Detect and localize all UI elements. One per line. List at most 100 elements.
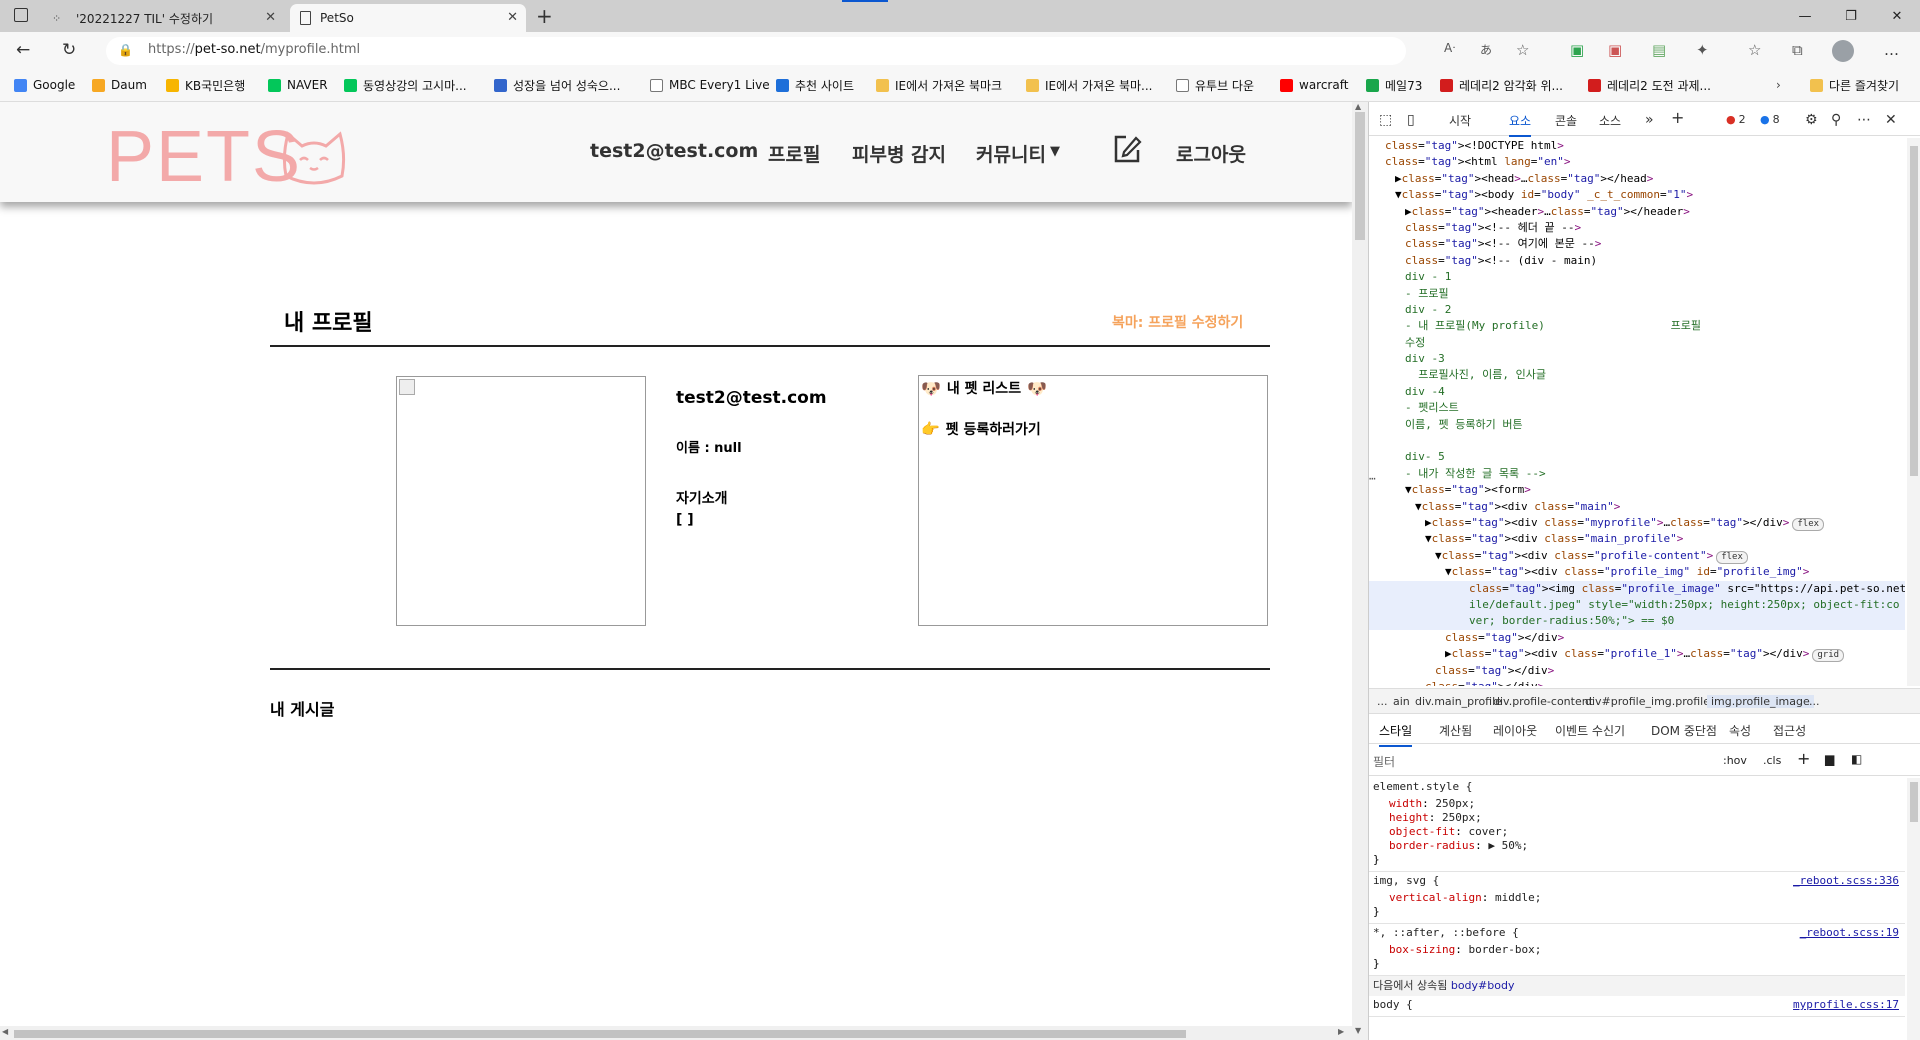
back-icon[interactable]: ← (16, 40, 30, 60)
dom-node-line[interactable]: ▶class="tag"><header>…class="tag"></head… (1369, 204, 1905, 220)
dom-node-line[interactable]: ver; border-radius:50%;"> == $0 (1369, 613, 1905, 630)
dom-node-line[interactable]: 이름, 펫 등록하기 버튼 (1369, 417, 1905, 433)
css-rule[interactable]: *, ::after, ::before {_reboot.scss:19 box… (1369, 924, 1905, 976)
bookmark-item[interactable]: KB국민은행 (166, 75, 245, 95)
tab-sources[interactable]: 소스 (1599, 112, 1621, 129)
tab-layout[interactable]: 레이아웃 (1493, 722, 1537, 739)
minimize-icon[interactable]: — (1782, 0, 1828, 32)
edit-profile-link[interactable]: 복마: 프로필 수정하기 (1112, 312, 1243, 332)
profile-avatar[interactable] (1832, 40, 1854, 62)
scroll-down-icon[interactable]: ▼ (1355, 1026, 1361, 1035)
sidebar-toggle-icon[interactable]: ◧ (1851, 752, 1862, 766)
scroll-thumb[interactable] (1355, 112, 1365, 240)
site-logo[interactable]: PETS (106, 116, 302, 198)
feedback-icon[interactable]: ⚲ (1831, 112, 1841, 128)
dom-node-line[interactable]: ▶class="tag"><div class="myprofile">…cla… (1369, 515, 1905, 531)
cls-toggle[interactable]: .cls (1763, 754, 1781, 767)
css-property[interactable]: height: 250px; (1373, 811, 1901, 825)
translate-icon[interactable]: あ (1480, 41, 1492, 58)
dom-node-line[interactable]: div - 1 (1369, 269, 1905, 285)
bookmark-item[interactable]: 추천 사이트 (776, 75, 854, 95)
breadcrumb-item[interactable]: ain (1393, 695, 1410, 708)
bookmark-item[interactable]: 성장을 넘어 성숙으... (494, 75, 620, 95)
write-icon[interactable] (1112, 134, 1142, 164)
dom-node-line[interactable]: div -3 (1369, 351, 1905, 367)
dom-node-line[interactable]: class="tag"><img class="profile_image" s… (1369, 580, 1905, 597)
favorite-star-icon[interactable]: ☆ (1516, 41, 1529, 59)
nav-skin-detect[interactable]: 피부병 감지 (852, 140, 946, 167)
error-badge[interactable]: ● 2 (1721, 110, 1751, 128)
nav-profile[interactable]: 프로필 (768, 140, 820, 167)
dom-node-line[interactable]: ▼class="tag"><div class="main"> (1369, 499, 1905, 515)
close-tab-icon[interactable]: ✕ (265, 10, 276, 25)
dom-node-line[interactable]: ▶class="tag"><div class="profile_1">…cla… (1369, 646, 1905, 663)
bookmark-item[interactable]: 레데리2 암각화 위... (1440, 75, 1563, 95)
close-devtools-icon[interactable]: ✕ (1885, 112, 1897, 128)
dom-node-line[interactable]: ▶class="tag"><head>…class="tag"></head> (1369, 171, 1905, 187)
more-tabs-icon[interactable]: » (1645, 112, 1654, 128)
dom-node-line[interactable]: class="tag"></div> (1369, 679, 1905, 686)
bookmark-item[interactable]: 동영상강의 고시마... (344, 75, 467, 95)
hov-toggle[interactable]: :hov (1723, 754, 1747, 767)
tab-computed[interactable]: 계산됨 (1439, 722, 1472, 739)
breadcrumb-item[interactable]: ... (1377, 695, 1388, 708)
layout-badge[interactable]: flex (1716, 550, 1748, 564)
dom-node-line[interactable]: - 내가 작성한 글 목록 --> (1369, 466, 1905, 482)
extensions-puzzle-icon[interactable]: ✦ (1696, 41, 1709, 59)
tab-welcome[interactable]: 시작 (1449, 112, 1471, 129)
dom-node-line[interactable]: class="tag"><html lang="en"> (1369, 154, 1905, 170)
dom-scrollbar[interactable] (1907, 138, 1920, 686)
close-window-icon[interactable]: ✕ (1874, 0, 1920, 32)
paint-icon[interactable]: ▆ (1825, 752, 1834, 766)
dropdown-caret-icon[interactable]: ▼ (1050, 144, 1060, 159)
close-tab-icon[interactable]: ✕ (507, 10, 518, 25)
css-property[interactable]: vertical-align: middle; (1373, 891, 1901, 905)
scroll-thumb[interactable] (1910, 782, 1918, 822)
breadcrumb-item-selected[interactable]: img.profile_image (1707, 695, 1814, 708)
css-property[interactable]: width: 250px; (1373, 797, 1901, 811)
collections-icon[interactable]: ⧉ (1792, 41, 1803, 59)
css-property[interactable]: object-fit: cover; (1373, 825, 1901, 839)
nav-user-email[interactable]: test2@test.com (590, 140, 758, 162)
other-favorites-folder[interactable]: 다른 즐겨찾기 (1810, 75, 1899, 95)
settings-gear-icon[interactable]: ⚙ (1805, 112, 1818, 128)
dom-node-line[interactable]: ▼class="tag"><div class="main_profile"> (1369, 531, 1905, 547)
more-menu-icon[interactable]: … (1884, 41, 1899, 59)
dom-node-line[interactable]: - 프로필 (1369, 286, 1905, 302)
dom-node-line[interactable]: ▼class="tag"><form> (1369, 482, 1905, 498)
css-rule[interactable]: element.style {width: 250px; height: 250p… (1369, 778, 1905, 872)
dom-node-line[interactable]: ▼class="tag"><body id="body" _c_t_common… (1369, 187, 1905, 203)
dom-node-line[interactable]: 프로필사진, 이름, 인사글 (1369, 367, 1905, 383)
tab-dom-breakpoints[interactable]: DOM 중단점 (1651, 722, 1717, 739)
dom-node-line[interactable]: ▼class="tag"><div class="profile-content… (1369, 548, 1905, 564)
bookmark-item[interactable]: 레데리2 도전 과제... (1588, 75, 1711, 95)
css-property[interactable]: box-sizing: border-box; (1373, 943, 1901, 957)
tab-console[interactable]: 콘솔 (1555, 112, 1577, 129)
read-aloud-icon[interactable]: Aᐧ (1444, 41, 1455, 55)
restore-icon[interactable]: ❐ (1828, 0, 1874, 32)
layout-badge[interactable]: flex (1792, 517, 1825, 531)
css-source-link[interactable]: _reboot.scss:336 (1793, 874, 1899, 888)
dom-tree[interactable]: class="tag"><!DOCTYPE html> class="tag"><… (1369, 138, 1905, 686)
more-bookmarks-icon[interactable]: › (1776, 75, 1781, 95)
inherited-node-link[interactable]: body#body (1451, 979, 1515, 992)
dom-node-line[interactable]: 수정 (1369, 335, 1905, 351)
scroll-left-icon[interactable]: ◀ (2, 1027, 8, 1036)
css-source-link[interactable]: myprofile.css:17 (1793, 998, 1899, 1012)
bookmark-item[interactable]: 유투브 다운 (1176, 75, 1254, 95)
favorites-icon[interactable]: ☆ (1748, 41, 1761, 59)
more-options-icon[interactable]: ⋯ (1857, 112, 1871, 128)
ellipsis-icon[interactable]: ⋯ (1369, 472, 1376, 485)
dom-node-line[interactable]: div - 2 (1369, 302, 1905, 318)
page-vertical-scrollbar[interactable]: ▲ ▼ (1352, 102, 1368, 1040)
dom-node-line[interactable]: ile/default.jpeg" style="width:250px; he… (1369, 596, 1905, 614)
dom-node-line[interactable]: - 펫리스트 (1369, 400, 1905, 416)
extension-icon[interactable]: ▤ (1652, 41, 1666, 59)
css-rule[interactable]: body {myprofile.css:17 (1369, 996, 1905, 1017)
breadcrumb-item[interactable]: div.main_profile (1415, 695, 1502, 708)
register-pet-link[interactable]: 👉 펫 등록하러가기 (921, 419, 1041, 439)
bookmark-item[interactable]: warcraft (1280, 75, 1348, 95)
css-source-link[interactable]: _reboot.scss:19 (1800, 926, 1899, 940)
dom-node-line[interactable]: class="tag"><!-- 헤더 끝 --> (1369, 220, 1905, 236)
refresh-icon[interactable]: ↻ (62, 40, 76, 60)
